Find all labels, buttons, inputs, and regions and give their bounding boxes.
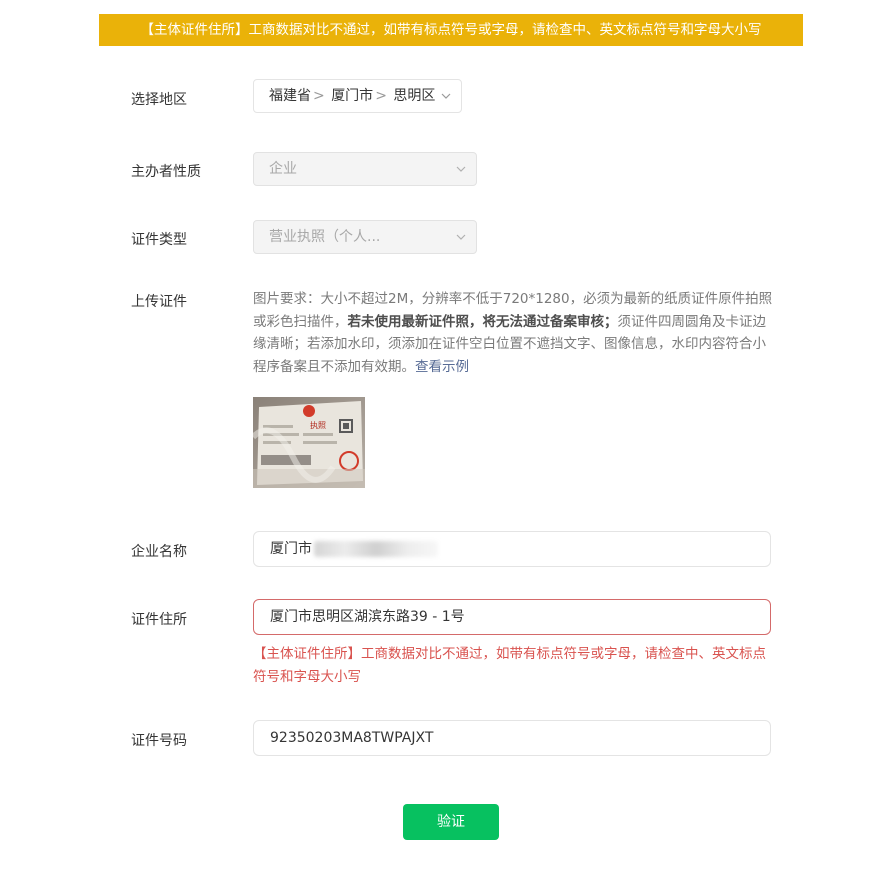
certificate-address-error: 【主体证件住所】工商数据对比不通过，如带有标点符号或字母，请检查中、英文标点符号… <box>253 646 766 685</box>
certificate-address-value: 厦门市思明区湖滨东路39 - 1号 <box>270 609 465 625</box>
redacted-text <box>314 541 438 557</box>
region-select[interactable]: 福建省 > 厦门市 > 思明区 <box>253 79 462 113</box>
certificate-address-input[interactable]: 厦门市思明区湖滨东路39 - 1号 <box>253 599 771 635</box>
thumbnail-title: 执照 <box>310 420 326 430</box>
company-name-label: 企业名称 <box>131 544 187 560</box>
upload-label: 上传证件 <box>131 294 187 310</box>
organizer-type-label: 主办者性质 <box>131 164 201 180</box>
breadcrumb-separator: > <box>375 88 387 104</box>
organizer-type-select[interactable]: 企业 <box>253 152 477 186</box>
chevron-down-icon <box>456 164 466 174</box>
chevron-down-icon <box>441 91 451 101</box>
certificate-type-select[interactable]: 营业执照（个人... <box>253 220 477 254</box>
certificate-number-label: 证件号码 <box>131 733 187 749</box>
view-example-link[interactable]: 查看示例 <box>415 359 469 375</box>
organizer-type-value: 企业 <box>269 161 297 177</box>
breadcrumb-separator: > <box>313 88 325 104</box>
certificate-type-label: 证件类型 <box>131 232 187 248</box>
error-banner: 【主体证件住所】工商数据对比不通过，如带有标点符号或字母，请检查中、英文标点符号… <box>99 14 803 46</box>
upload-requirements: 图片要求：大小不超过2M，分辨率不低于720*1280，必须为最新的纸质证件原件… <box>253 288 775 378</box>
uploaded-certificate-thumbnail[interactable]: 执照 <box>253 397 365 488</box>
region-city: 厦门市 <box>331 88 374 104</box>
region-district: 思明区 <box>393 88 436 104</box>
certificate-number-input[interactable]: 92350203MA8TWPAJXT <box>253 720 771 756</box>
region-province: 福建省 <box>269 88 311 104</box>
certificate-address-label: 证件住所 <box>131 612 187 628</box>
region-label: 选择地区 <box>131 92 187 108</box>
certificate-number-value: 92350203MA8TWPAJXT <box>270 730 434 746</box>
chevron-down-icon <box>456 232 466 242</box>
verify-button[interactable]: 验证 <box>403 804 499 840</box>
certificate-type-value: 营业执照（个人... <box>269 229 381 245</box>
error-banner-text: 【主体证件住所】工商数据对比不通过，如带有标点符号或字母，请检查中、英文标点符号… <box>140 22 762 38</box>
requirement-warning: 若未使用最新证件照，将无法通过备案审核； <box>347 313 618 330</box>
license-photo: 执照 <box>253 397 365 488</box>
company-name-input[interactable]: 厦门市 <box>253 531 771 567</box>
company-name-value: 厦门市 <box>270 541 312 557</box>
